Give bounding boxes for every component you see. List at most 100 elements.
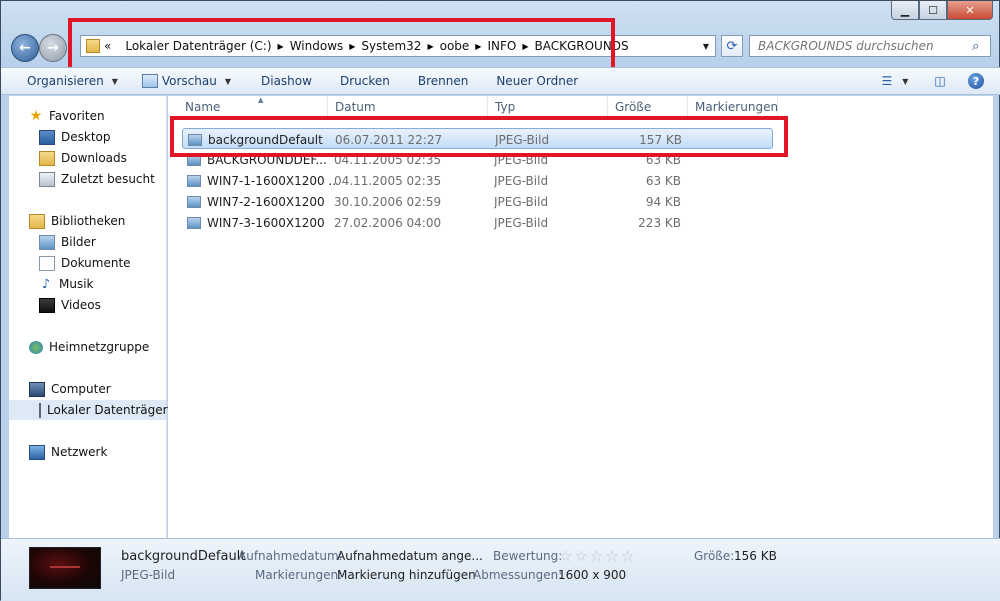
nav-local-disk-label: Lokaler Datenträger xyxy=(47,403,168,417)
preview-pane-button[interactable]: ◫ xyxy=(929,71,951,91)
downloads-folder-icon xyxy=(39,150,55,166)
column-date[interactable]: Datum xyxy=(328,96,488,118)
file-type: JPEG-Bild xyxy=(494,215,549,230)
nav-local-disk[interactable]: Lokaler Datenträger xyxy=(9,400,168,420)
star-icon[interactable]: ☆ xyxy=(621,547,636,565)
crumb-oobe[interactable]: oobe xyxy=(440,39,470,53)
address-bar[interactable]: « Lokaler Datenträger (C:) ▶ Windows ▶ S… xyxy=(80,35,716,57)
file-type: JPEG-Bild xyxy=(494,194,549,209)
jpeg-file-icon xyxy=(187,174,201,187)
details-tags-value[interactable]: Markierung hinzufügen xyxy=(337,568,476,582)
table-row[interactable]: backgroundDefault 06.07.2011 22:27 JPEG-… xyxy=(182,128,773,149)
nav-computer[interactable]: Computer xyxy=(29,379,186,399)
pictures-icon xyxy=(39,234,55,250)
nav-pictures-label: Bilder xyxy=(61,235,96,249)
column-name-label: Name xyxy=(185,100,221,114)
jpeg-file-icon xyxy=(187,195,201,208)
refresh-button[interactable]: ⟳ xyxy=(721,35,743,57)
details-rating-label: Bewertung: xyxy=(493,549,563,563)
column-tags-label: Markierungen xyxy=(695,100,779,114)
slideshow-label: Diashow xyxy=(261,74,312,88)
preview-label: Vorschau xyxy=(161,74,217,88)
column-tags[interactable]: Markierungen xyxy=(688,96,778,118)
table-row[interactable]: BACKGROUNDDEF... 04.11.2005 02:35 JPEG-B… xyxy=(182,149,772,170)
nav-recent-label: Zuletzt besucht xyxy=(61,172,155,186)
details-size-value: 156 KB xyxy=(734,549,777,563)
address-overflow[interactable]: « xyxy=(104,39,111,53)
star-icon[interactable]: ☆ xyxy=(590,547,605,565)
table-row[interactable]: WIN7-3-1600X1200 27.02.2006 04:00 JPEG-B… xyxy=(182,212,772,233)
nav-music-label: Musik xyxy=(59,277,94,291)
back-button[interactable]: ← xyxy=(11,34,39,62)
crumb-backgrounds[interactable]: BACKGROUNDS xyxy=(534,39,628,53)
forward-button[interactable]: → xyxy=(39,34,67,62)
nav-documents-label: Dokumente xyxy=(61,256,131,270)
file-name-cell: WIN7-1-1600X1200 ... xyxy=(187,170,337,191)
help-button[interactable]: ? xyxy=(965,71,987,91)
crumb-info[interactable]: INFO xyxy=(487,39,516,53)
print-label: Drucken xyxy=(339,74,390,88)
crumb-system32[interactable]: System32 xyxy=(361,39,421,53)
homegroup-icon xyxy=(29,340,43,354)
column-name[interactable]: ▲ Name xyxy=(178,96,328,118)
videos-icon xyxy=(39,297,55,313)
star-icon[interactable]: ☆ xyxy=(574,547,589,565)
nav-network-label: Netzwerk xyxy=(51,445,108,459)
star-icon[interactable]: ☆ xyxy=(559,547,574,565)
view-options-button[interactable]: ☰ ▼ xyxy=(875,71,915,91)
rating-stars[interactable]: ☆☆☆☆☆ xyxy=(559,547,636,565)
details-date-value[interactable]: Aufnahmedatum ange... xyxy=(337,549,483,563)
table-row[interactable]: WIN7-1-1600X1200 ... 04.11.2005 02:35 JP… xyxy=(182,170,772,191)
address-dropdown-icon[interactable]: ▼ xyxy=(703,42,709,51)
crumb-separator-icon[interactable]: ▶ xyxy=(349,42,355,51)
column-size[interactable]: Größe xyxy=(608,96,688,118)
file-name-cell: BACKGROUNDDEF... xyxy=(187,149,337,170)
column-type[interactable]: Typ xyxy=(488,96,608,118)
details-pane: backgroundDefault JPEG-Bild Aufnahmedatu… xyxy=(1,538,1000,601)
star-icon[interactable]: ☆ xyxy=(605,547,620,565)
navigation-pane: ★ Favoriten Desktop Downloads Zuletzt be… xyxy=(9,96,168,538)
crumb-separator-icon[interactable]: ▶ xyxy=(278,42,284,51)
column-type-label: Typ xyxy=(495,100,516,114)
crumb-windows[interactable]: Windows xyxy=(290,39,344,53)
jpeg-file-icon xyxy=(187,216,201,229)
file-list-pane: ▲ Name Datum Typ Größe Markierungen back… xyxy=(168,96,993,538)
nav-homegroup[interactable]: Heimnetzgruppe xyxy=(29,337,186,357)
organize-label: Organisieren xyxy=(27,74,104,88)
file-date: 30.10.2006 02:59 xyxy=(334,194,442,209)
slideshow-button[interactable]: Diashow xyxy=(243,74,324,88)
print-button[interactable]: Drucken xyxy=(324,74,402,88)
crumb-local-disk[interactable]: Lokaler Datenträger (C:) xyxy=(125,39,271,53)
recent-places-icon xyxy=(39,171,55,187)
table-row[interactable]: WIN7-2-1600X1200 30.10.2006 02:59 JPEG-B… xyxy=(182,191,772,212)
search-input[interactable] xyxy=(750,38,972,54)
nav-downloads-label: Downloads xyxy=(61,151,127,165)
organize-button[interactable]: Organisieren ▼ xyxy=(1,74,130,88)
details-filetype: JPEG-Bild xyxy=(121,568,176,582)
caption-buttons: ▁ ☐ ✕ xyxy=(891,1,993,20)
nav-network[interactable]: Netzwerk xyxy=(29,442,186,462)
new-folder-label: Neuer Ordner xyxy=(496,74,579,88)
search-icon[interactable]: ⌕ xyxy=(972,39,979,54)
network-icon xyxy=(29,444,45,460)
burn-button[interactable]: Brennen xyxy=(402,74,480,88)
file-date: 06.07.2011 22:27 xyxy=(335,132,443,147)
nav-favorites[interactable]: ★ Favoriten xyxy=(29,106,186,126)
nav-libraries[interactable]: Bibliotheken xyxy=(29,211,186,231)
file-size: 157 KB xyxy=(639,132,682,147)
minimize-button[interactable]: ▁ xyxy=(891,1,919,20)
new-folder-button[interactable]: Neuer Ordner xyxy=(480,74,590,88)
file-name: BACKGROUNDDEF... xyxy=(207,152,327,167)
crumb-separator-icon[interactable]: ▶ xyxy=(475,42,481,51)
preview-button[interactable]: Vorschau ▼ xyxy=(130,74,243,88)
details-filename: backgroundDefault xyxy=(121,549,246,564)
close-button[interactable]: ✕ xyxy=(947,1,993,20)
details-dims-label: Abmessungen: xyxy=(473,568,563,582)
search-box[interactable]: ⌕ xyxy=(749,35,991,57)
crumb-separator-icon[interactable]: ▶ xyxy=(522,42,528,51)
jpeg-file-icon xyxy=(187,153,201,166)
maximize-button[interactable]: ☐ xyxy=(919,1,947,20)
burn-label: Brennen xyxy=(417,74,469,88)
crumb-separator-icon[interactable]: ▶ xyxy=(427,42,433,51)
file-name: WIN7-3-1600X1200 xyxy=(207,215,325,230)
